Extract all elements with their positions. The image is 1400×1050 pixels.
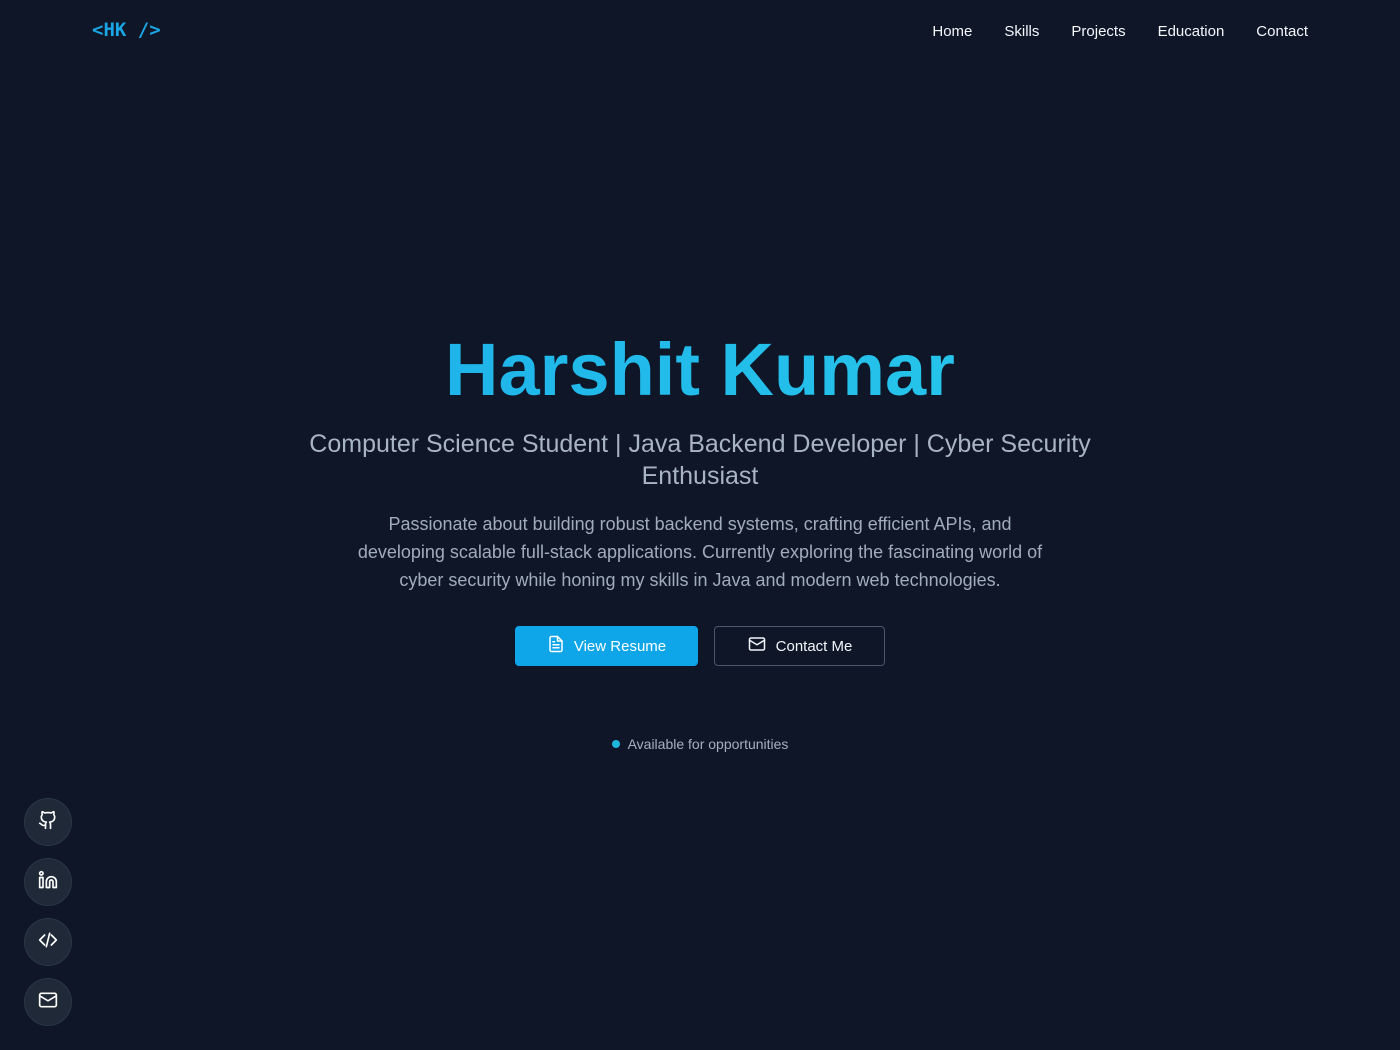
nav-contact[interactable]: Contact <box>1256 22 1308 42</box>
contact-me-label: Contact Me <box>775 637 853 655</box>
code-icon <box>38 930 58 955</box>
hero-description: Passionate about building robust backend… <box>357 514 1043 590</box>
linkedin-icon <box>38 870 58 895</box>
mail-icon <box>38 990 58 1015</box>
code-profile-link[interactable] <box>24 918 72 966</box>
status-dot <box>611 740 620 748</box>
nav-home[interactable]: Home <box>932 22 972 42</box>
top-navigation: <HK /> Home Skills Projects Education Co… <box>0 0 1400 64</box>
email-link[interactable] <box>24 978 72 1026</box>
hero-roles: Computer Science Student | Java Backend … <box>309 430 1091 490</box>
hero-section: Harshit Kumar Computer Science Student |… <box>0 326 1400 753</box>
file-icon <box>547 635 565 657</box>
github-icon <box>38 810 58 835</box>
social-links <box>24 798 72 1026</box>
contact-me-button[interactable]: Contact Me <box>714 626 885 666</box>
mail-icon <box>747 635 767 657</box>
linkedin-link[interactable] <box>24 858 72 906</box>
status-label: Available for opportunities <box>627 736 789 752</box>
nav-skills[interactable]: Skills <box>1004 22 1039 42</box>
main-nav: Home Skills Projects Education Contact <box>932 22 1308 42</box>
hero-name: Harshit Kumar <box>0 326 1400 414</box>
nav-projects[interactable]: Projects <box>1071 22 1125 42</box>
availability-status: Available for opportunities <box>611 736 789 752</box>
github-link[interactable] <box>24 798 72 846</box>
site-logo[interactable]: <HK /> <box>92 19 161 41</box>
view-resume-button[interactable]: View Resume <box>515 626 698 666</box>
hero-actions: View Resume Contact Me <box>0 626 1400 666</box>
nav-education[interactable]: Education <box>1158 22 1225 42</box>
view-resume-label: View Resume <box>573 637 667 655</box>
